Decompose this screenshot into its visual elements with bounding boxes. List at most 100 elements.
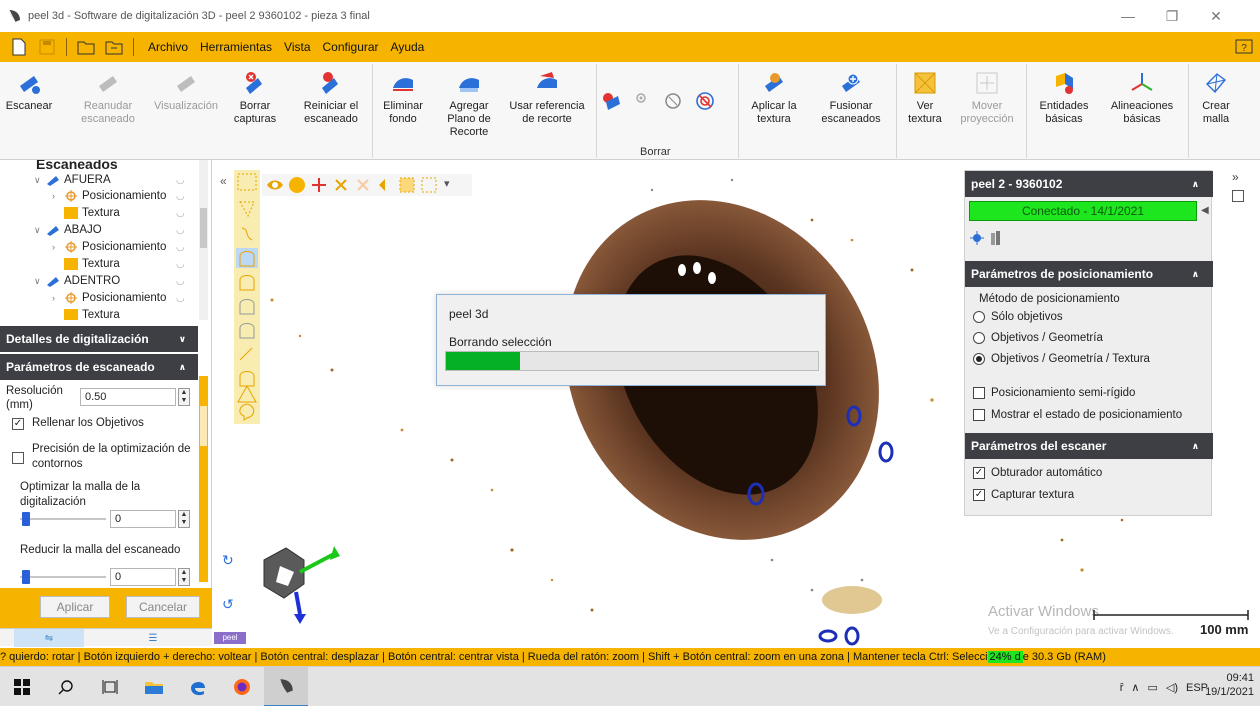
visibility-icon[interactable]: ◡ [176, 293, 185, 304]
tray-expand-icon[interactable]: ∧ [1131, 681, 1139, 694]
windows-start-icon[interactable] [0, 667, 44, 706]
select-through-icon[interactable] [266, 176, 284, 194]
method-option-geometry[interactable]: Objetivos / Geometría [973, 332, 1103, 344]
delete-captures-button[interactable]: Borrar capturas [230, 62, 280, 160]
scan-params-header[interactable]: Parámetros de escaneado ∧ [0, 354, 198, 380]
capture-texture-option[interactable]: ✓ Capturar textura [973, 489, 1074, 501]
save-icon[interactable] [36, 36, 58, 58]
device-header[interactable]: peel 2 - 9360102 ∧ [965, 171, 1213, 197]
polygon-select-icon[interactable] [236, 402, 258, 422]
open-folder-icon[interactable] [75, 36, 97, 58]
menu-herramientas[interactable]: Herramientas [194, 40, 278, 54]
speaker-icon[interactable]: ◀ [1201, 205, 1209, 216]
tree-item-afuera[interactable]: ∨ AFUERA ◡ [34, 172, 185, 188]
tree-item-positioning[interactable]: › Posicionamiento ◡ [52, 290, 185, 306]
select-connected-icon[interactable] [376, 176, 394, 194]
select-all-icon[interactable] [398, 176, 416, 194]
firefox-icon[interactable] [220, 667, 264, 706]
freehand-select-icon[interactable] [236, 224, 258, 244]
rect-select-icon[interactable] [236, 172, 258, 192]
close-button[interactable]: ✕ [1194, 0, 1238, 32]
visibility-icon[interactable]: ◡ [176, 276, 185, 287]
delete-unlinked-icon[interactable] [630, 90, 652, 112]
optimize-slider-handle[interactable] [22, 512, 30, 526]
resolution-input[interactable]: 0.50 [80, 388, 176, 406]
cancel-button[interactable]: Cancelar [126, 596, 200, 618]
surface-select-icon[interactable] [236, 320, 258, 340]
chevron-down-icon[interactable]: ∨ [34, 175, 44, 186]
chevron-right-icon[interactable]: › [52, 191, 62, 201]
tree-item-positioning[interactable]: › Posicionamiento ◡ [52, 239, 185, 255]
create-mesh-button[interactable]: Crear malla [1194, 62, 1238, 160]
shrink-selection-icon[interactable] [354, 176, 372, 194]
delete-targets-icon[interactable] [694, 90, 716, 112]
chevron-down-icon[interactable]: ∨ [179, 334, 186, 345]
rotate-cw-icon[interactable]: ↻ [222, 552, 234, 569]
merge-scans-button[interactable]: Fusionar escaneados [818, 62, 884, 160]
apply-button[interactable]: Aplicar [40, 596, 110, 618]
scrollbar-thumb[interactable] [200, 406, 207, 446]
menu-vista[interactable]: Vista [278, 40, 316, 54]
apply-texture-button[interactable]: Aplicar la textura [744, 62, 804, 160]
optimize-spinner[interactable]: ▲ ▼ [178, 510, 190, 528]
brush-select-icon[interactable] [236, 344, 258, 364]
positioning-header[interactable]: Parámetros de posicionamiento ∧ [965, 261, 1213, 287]
user-icon[interactable]: ȓ [1120, 682, 1124, 694]
open-recent-icon[interactable] [103, 36, 125, 58]
visibility-icon[interactable]: ◡ [176, 242, 185, 253]
grow-selection-icon[interactable] [332, 176, 350, 194]
optimize-input[interactable]: 0 [110, 510, 176, 528]
task-view-icon[interactable] [88, 667, 132, 706]
chevron-right-icon[interactable]: › [52, 293, 62, 303]
tree-item-adentro[interactable]: ∨ ADENTRO ◡ [34, 273, 185, 289]
help-icon[interactable]: ? [1234, 37, 1254, 57]
reduce-input[interactable]: 0 [110, 568, 176, 586]
details-header[interactable]: Detalles de digitalización ∨ [0, 326, 198, 352]
reduce-slider-track[interactable] [20, 576, 106, 578]
orientation-cube[interactable] [242, 532, 342, 632]
radio-geometry[interactable] [973, 332, 985, 344]
show-state-option[interactable]: Mostrar el estado de posicionamiento [973, 409, 1182, 421]
auto-shutter-option[interactable]: ✓ Obturador automático [973, 467, 1102, 479]
method-option-targets[interactable]: Sólo objetivos [973, 311, 1063, 323]
triangle-select-icon[interactable] [236, 384, 258, 404]
move-projection-button[interactable]: Mover proyección [954, 62, 1020, 160]
surface-select-icon[interactable] [236, 296, 258, 316]
collapse-right-icon[interactable]: » [1232, 170, 1239, 184]
resume-scan-button[interactable]: Reanudar escaneado [70, 62, 146, 160]
edge-browser-icon[interactable] [176, 667, 220, 706]
visibility-icon[interactable]: ◡ [176, 175, 185, 186]
chevron-down-icon[interactable]: ∨ [34, 225, 44, 236]
surface-select-icon[interactable] [236, 248, 258, 268]
file-explorer-icon[interactable] [132, 667, 176, 706]
visualization-button[interactable]: Visualización [150, 62, 222, 160]
tab-list-icon[interactable]: ☰ [118, 629, 188, 647]
search-icon[interactable] [44, 667, 88, 706]
view-texture-button[interactable]: Ver textura [902, 62, 948, 160]
menu-configurar[interactable]: Configurar [317, 40, 385, 54]
chevron-up-icon[interactable]: ∧ [1192, 269, 1199, 280]
use-clip-reference-button[interactable]: Usar referencia de recorte [502, 62, 592, 160]
remove-background-button[interactable]: Eliminar fondo [378, 62, 428, 160]
network-icon[interactable]: ▭ [1147, 681, 1157, 694]
basic-entities-button[interactable]: Entidades básicas [1036, 62, 1092, 160]
tree-item-texture[interactable]: Textura ◡ [62, 256, 185, 272]
visibility-icon[interactable]: ◡ [176, 259, 185, 270]
semi-rigid-option[interactable]: Posicionamiento semi-rígido [973, 387, 1135, 399]
reduce-slider-handle[interactable] [22, 570, 30, 584]
method-option-texture[interactable]: Objetivos / Geometría / Textura [973, 353, 1150, 365]
menu-archivo[interactable]: Archivo [142, 40, 194, 54]
semi-rigid-checkbox[interactable] [973, 387, 985, 399]
select-visible-icon[interactable] [288, 176, 306, 194]
show-state-checkbox[interactable] [973, 409, 985, 421]
menu-ayuda[interactable]: Ayuda [385, 40, 431, 54]
new-file-icon[interactable] [8, 36, 30, 58]
restart-scan-button[interactable]: Reiniciar el escaneado [296, 62, 366, 160]
delete-isolated-icon[interactable] [662, 90, 684, 112]
radio-targets[interactable] [973, 311, 985, 323]
chevron-right-icon[interactable]: › [52, 242, 62, 252]
contour-precision-checkbox[interactable] [12, 452, 24, 464]
scrollbar-thumb[interactable] [200, 208, 207, 248]
clear-selection-icon[interactable] [420, 176, 438, 194]
basic-alignments-button[interactable]: Alineaciones básicas [1104, 62, 1180, 160]
